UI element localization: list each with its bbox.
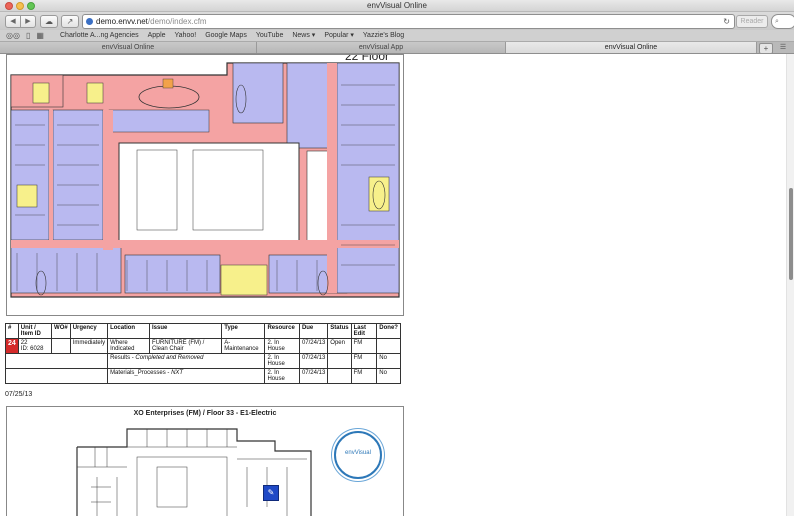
col-header: Last Edit	[350, 323, 378, 339]
last-edit-cell: FM	[350, 338, 378, 354]
col-header: Type	[221, 323, 266, 339]
done-cell: No	[376, 353, 401, 369]
col-header: Status	[327, 323, 352, 339]
col-header: Resource	[264, 323, 300, 339]
wo-cell	[51, 338, 71, 354]
bookmark-item[interactable]: Charlotte A...ng Agencies	[60, 30, 139, 41]
empty-cell	[4, 353, 109, 369]
tab-envvisual-online-2[interactable]: envVisual Online	[506, 42, 757, 53]
resource-cell: 2. In House	[264, 338, 300, 354]
col-header: Unit / Item ID	[17, 323, 53, 339]
table-row: Materials_Processes - NXT 2. In House 07…	[4, 368, 401, 384]
col-header: Done?	[376, 323, 401, 339]
bookmark-item[interactable]: News ▾	[292, 30, 315, 41]
issue-cell: FURNITURE (FM) / Clean Chair	[148, 338, 223, 354]
tab-bar: envVisual Online envVisual App envVisual…	[0, 42, 794, 54]
share-icon[interactable]: ↗	[61, 15, 79, 28]
bookmark-list: Charlotte A...ng Agencies Apple Yahoo! Goog…	[60, 30, 404, 41]
last-edit-cell: FM	[350, 368, 378, 384]
nav-buttons: ◀ ▶	[5, 15, 36, 28]
bookmark-item[interactable]: Apple	[148, 30, 166, 41]
done-cell: No	[376, 368, 401, 384]
window-title: envVisual Online	[367, 1, 427, 10]
table-row: Results - Completed and Removed 2. In Ho…	[4, 353, 401, 369]
results-cell: Results - Completed and Removed	[107, 353, 266, 369]
unit-cell: 22 ID: 6028	[17, 338, 53, 354]
bookmark-item[interactable]: Popular ▾	[324, 30, 354, 41]
envvisual-logo: envVisual	[334, 431, 382, 479]
col-header: WO#	[51, 323, 71, 339]
urgency-cell: Immediately	[69, 338, 109, 354]
address-bar[interactable]: demo.envv.net/demo/index.cfm ↻	[82, 14, 735, 29]
work-order-marker-icon[interactable]: ✎	[263, 485, 279, 501]
table-row[interactable]: 24 22 ID: 6028 Immediately Where Indicate…	[5, 338, 401, 354]
icloud-tabs-icon[interactable]: ☁	[40, 15, 58, 28]
new-tab-button[interactable]: +	[759, 43, 773, 54]
plan-title: XO Enterprises (FM) / Floor 33 - E1-Elec…	[133, 410, 277, 417]
url-text: demo.envv.net/demo/index.cfm	[96, 17, 207, 26]
col-header: Location	[107, 323, 150, 339]
status-cell	[327, 353, 352, 369]
resource-cell: 2. In House	[264, 353, 300, 369]
top-sites-grid-icon[interactable]: ▦	[36, 31, 44, 40]
due-cell: 07/24/13	[298, 368, 329, 384]
last-edit-cell: FM	[350, 353, 378, 369]
forward-arrow-icon[interactable]: ▶	[21, 15, 36, 28]
due-cell: 07/24/13	[298, 353, 329, 369]
floor-plan-map-2[interactable]: XO Enterprises (FM) / Floor 33 - E1-Elec…	[6, 406, 404, 516]
due-cell: 07/24/13	[298, 338, 329, 354]
empty-cell	[4, 368, 109, 384]
done-cell	[376, 338, 401, 354]
bookmark-item[interactable]: Google Maps	[205, 30, 247, 41]
bookmarks-bar: ◎◎ ▯ ▦ Charlotte A...ng Agencies Apple Yah…	[0, 30, 794, 42]
row-number[interactable]: 24	[5, 338, 19, 354]
reload-icon[interactable]: ↻	[723, 15, 730, 28]
status-cell: Open	[327, 338, 352, 354]
floor-plan-drawing	[10, 62, 400, 298]
col-header: #	[5, 323, 19, 339]
reader-button[interactable]: Reader	[736, 15, 768, 28]
reading-list-icon[interactable]: ◎◎	[6, 31, 20, 40]
tab-overview-icon[interactable]: ☰	[777, 43, 789, 52]
floor-plan-map[interactable]: 22 Floor	[6, 54, 404, 316]
resource-cell: 2. In House	[264, 368, 300, 384]
tab-envvisual-online-1[interactable]: envVisual Online	[0, 42, 257, 53]
type-cell: A-Maintenance	[221, 338, 266, 354]
bookmark-item[interactable]: Yazzie's Blog	[363, 30, 404, 41]
bookmarks-book-icon[interactable]: ▯	[26, 31, 30, 40]
table-header-row: # Unit / Item ID WO# Urgency Location Is…	[5, 323, 401, 339]
location-cell: Where Indicated	[107, 338, 150, 354]
status-cell	[327, 368, 352, 384]
site-favicon-icon	[86, 18, 93, 25]
bookmark-item[interactable]: Yahoo!	[175, 30, 197, 41]
window-title-bar: envVisual Online	[0, 0, 794, 12]
scrollbar-thumb[interactable]	[789, 188, 793, 280]
floor-label: 22 Floor	[345, 54, 390, 63]
bookmark-tools: ◎◎ ▯ ▦	[6, 31, 44, 40]
page-content: 22 Floor # Unit / Item ID WO# Urgency Lo…	[0, 54, 794, 516]
col-header: Urgency	[69, 323, 109, 339]
date-label: 07/25/13	[5, 391, 33, 398]
col-header: Issue	[148, 323, 223, 339]
materials-cell: Materials_Processes - NXT	[107, 368, 266, 384]
search-field[interactable]: ⌕	[771, 14, 794, 29]
vertical-scrollbar[interactable]	[786, 54, 794, 516]
tab-envvisual-app[interactable]: envVisual App	[257, 42, 506, 53]
back-arrow-icon[interactable]: ◀	[5, 15, 21, 28]
col-header: Due	[298, 323, 329, 339]
bookmark-item[interactable]: YouTube	[256, 30, 284, 41]
search-icon: ⌕	[775, 18, 779, 25]
work-order-table: # Unit / Item ID WO# Urgency Location Is…	[4, 323, 401, 384]
browser-toolbar: ◀ ▶ ☁ ↗ demo.envv.net/demo/index.cfm ↻ R…	[0, 12, 794, 30]
